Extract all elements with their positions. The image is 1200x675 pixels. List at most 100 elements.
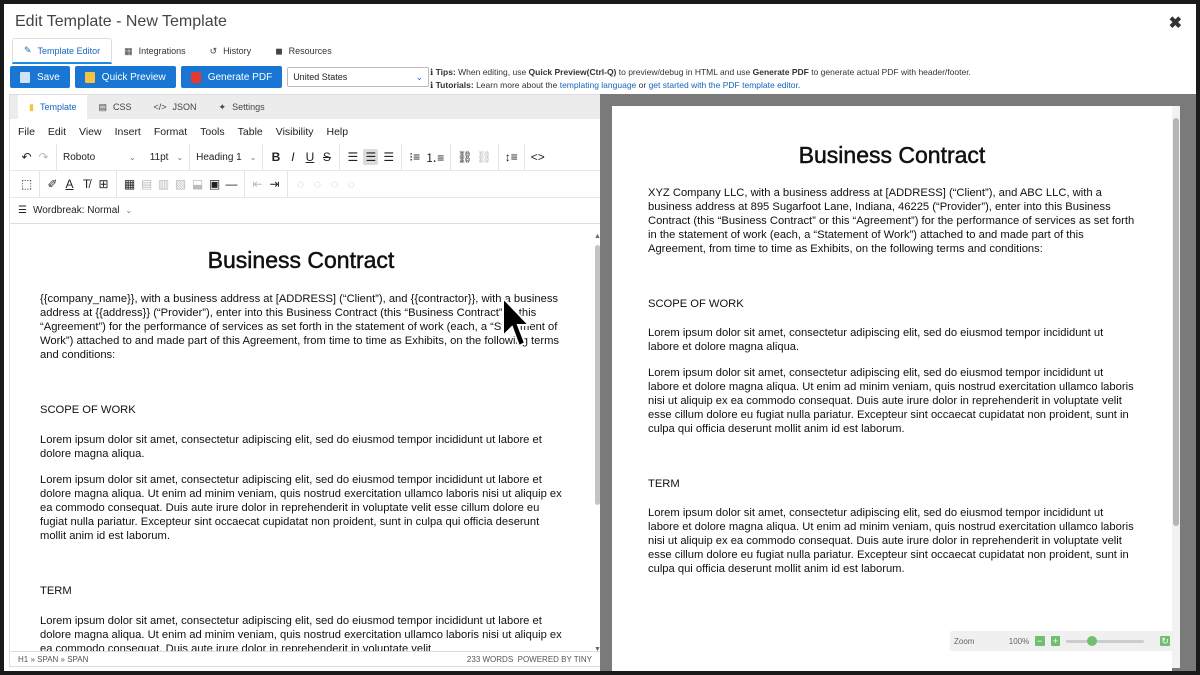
line-height-icon[interactable]: ↕≡ bbox=[505, 150, 518, 164]
zoom-slider[interactable] bbox=[1066, 635, 1145, 646]
country-select[interactable]: United States ⌄ bbox=[287, 67, 430, 87]
powered-by[interactable]: POWERED BY TINY bbox=[518, 655, 592, 664]
hide-show-icon[interactable]: ◌ bbox=[294, 177, 307, 191]
tab-settings[interactable]: ✦ Settings bbox=[208, 95, 276, 119]
bullet-list-icon[interactable]: ⁝≡ bbox=[408, 150, 421, 164]
horizontal-rule-icon[interactable]: — bbox=[225, 177, 238, 191]
tutorials-text: or bbox=[636, 80, 649, 90]
italic-icon[interactable]: I bbox=[286, 150, 299, 164]
tab-template-editor[interactable]: ✎ Template Editor bbox=[12, 38, 113, 64]
unlink-icon[interactable]: ⛓ bbox=[476, 150, 491, 164]
get-started-link[interactable]: get started with the PDF template editor bbox=[649, 80, 798, 90]
menu-edit[interactable]: Edit bbox=[48, 126, 66, 138]
indent-group: ⇤ ⇥ bbox=[245, 170, 288, 198]
table-props-icon[interactable]: ⬓ bbox=[191, 177, 204, 191]
font-family-select[interactable]: Roboto ⌄ bbox=[63, 152, 136, 163]
table-col-icon[interactable]: ▥ bbox=[157, 177, 170, 191]
tab-integrations[interactable]: ▦ Integrations bbox=[112, 38, 198, 64]
align-left-icon[interactable]: ☰ bbox=[346, 150, 359, 164]
zoom-in-button[interactable]: + bbox=[1050, 636, 1061, 646]
table-delete-icon[interactable]: ▧ bbox=[174, 177, 187, 191]
zoom-slider-knob[interactable] bbox=[1087, 635, 1098, 646]
undo-icon[interactable]: ↶ bbox=[20, 150, 33, 164]
strikethrough-icon[interactable]: S bbox=[320, 150, 333, 164]
wordbreak-select[interactable]: Wordbreak: Normal bbox=[33, 205, 120, 216]
preview-scrollbar[interactable] bbox=[1172, 106, 1180, 668]
font-size-select[interactable]: 11pt ⌄ bbox=[150, 152, 183, 163]
doc-term-heading: TERM bbox=[40, 585, 72, 597]
hide-print-icon[interactable]: ◌ bbox=[311, 177, 324, 191]
text-color-icon[interactable]: A bbox=[63, 177, 76, 191]
tab-label: Resources bbox=[288, 46, 332, 56]
select-all-icon[interactable]: ⬚ bbox=[20, 177, 33, 191]
clear-format-icon[interactable]: T̸ bbox=[80, 177, 93, 191]
tips-text: When editing, use bbox=[455, 67, 529, 77]
menu-file[interactable]: File bbox=[18, 126, 35, 138]
page-break-icon[interactable]: ⊞ bbox=[97, 177, 110, 191]
tab-history[interactable]: ↺ History bbox=[198, 38, 264, 64]
word-count[interactable]: 233 WORDS bbox=[467, 655, 513, 664]
zoom-reset-icon[interactable]: ↻ bbox=[1160, 636, 1170, 646]
menu-table[interactable]: Table bbox=[238, 126, 263, 138]
zoom-label: Zoom bbox=[954, 636, 975, 646]
preview-page: Business Contract XYZ Company LLC, with … bbox=[612, 106, 1172, 671]
indent-icon[interactable]: ⇥ bbox=[268, 177, 281, 191]
menubar: File Edit View Insert Format Tools Table… bbox=[10, 119, 600, 144]
block-format-value: Heading 1 bbox=[196, 151, 242, 163]
templating-language-link[interactable]: templating language bbox=[560, 80, 637, 90]
align-center-icon[interactable]: ☰ bbox=[363, 149, 379, 165]
menu-format[interactable]: Format bbox=[154, 126, 187, 138]
element-path[interactable]: H1 » SPAN » SPAN bbox=[18, 655, 88, 664]
preview-scope-p2: Lorem ipsum dolor sit amet, consectetur … bbox=[648, 367, 1134, 435]
save-button[interactable]: Save bbox=[10, 66, 70, 88]
menu-tools[interactable]: Tools bbox=[200, 126, 225, 138]
tips-line: ℹ Tips: When editing, use Quick Preview(… bbox=[430, 66, 971, 79]
preview-scroll-thumb[interactable] bbox=[1173, 118, 1179, 526]
menu-visibility[interactable]: Visibility bbox=[276, 126, 314, 138]
bold-icon[interactable]: B bbox=[269, 150, 282, 164]
table-row-icon[interactable]: ▤ bbox=[140, 177, 153, 191]
tab-label: Integrations bbox=[138, 46, 186, 56]
close-icon[interactable]: ✖ bbox=[1169, 13, 1182, 33]
table-icon[interactable]: ▦ bbox=[123, 177, 136, 191]
window-title: Edit Template - New Template bbox=[15, 13, 227, 30]
generate-pdf-button[interactable]: Generate PDF bbox=[180, 66, 283, 88]
tab-label: CSS bbox=[113, 102, 132, 112]
doc-term-p1: Lorem ipsum dolor sit amet, consectetur … bbox=[40, 615, 562, 653]
redo-icon[interactable]: ↷ bbox=[37, 150, 50, 164]
color-group: ✐ A T̸ ⊞ bbox=[40, 170, 117, 198]
doc-scope-p2: Lorem ipsum dolor sit amet, consectetur … bbox=[40, 474, 562, 542]
highlight-icon[interactable]: ✐ bbox=[46, 177, 59, 191]
tab-resources[interactable]: ◼ Resources bbox=[263, 38, 344, 64]
numbered-list-icon[interactable]: ⒈≡ bbox=[425, 149, 444, 166]
hide-pdf-icon[interactable]: ◌ bbox=[328, 177, 341, 191]
zoom-out-button[interactable]: − bbox=[1034, 636, 1045, 646]
title-bar: Edit Template - New Template ✖ bbox=[4, 4, 1196, 38]
tab-css[interactable]: ▤ CSS bbox=[87, 95, 142, 119]
hide-div-icon[interactable]: ◌ bbox=[345, 177, 358, 191]
template-editor-window: Edit Template - New Template ✖ ✎ Templat… bbox=[4, 4, 1196, 671]
tab-label: Template Editor bbox=[37, 45, 101, 56]
tab-template[interactable]: ▮ Template bbox=[18, 95, 88, 119]
block-format-select[interactable]: Heading 1 ⌄ bbox=[196, 152, 256, 163]
tutorials-text: Learn more about the bbox=[473, 80, 560, 90]
outdent-icon[interactable]: ⇤ bbox=[251, 177, 264, 191]
editor-statusbar: H1 » SPAN » SPAN 233 WORDS POWERED BY TI… bbox=[10, 651, 600, 666]
preview-pane: Business Contract XYZ Company LLC, with … bbox=[600, 94, 1196, 671]
style-group: B I U S bbox=[263, 143, 341, 171]
tips-text: to preview/debug in HTML and use bbox=[616, 67, 753, 77]
image-icon[interactable]: ▣ bbox=[208, 177, 221, 191]
menu-view[interactable]: View bbox=[79, 126, 102, 138]
chevron-down-icon: ⌄ bbox=[176, 152, 184, 162]
link-group: ⛓ ⛓ bbox=[451, 143, 499, 171]
menu-insert[interactable]: Insert bbox=[115, 126, 141, 138]
tab-json[interactable]: </> JSON bbox=[143, 95, 208, 119]
source-code-icon[interactable]: <> bbox=[531, 150, 545, 164]
underline-icon[interactable]: U bbox=[303, 150, 316, 164]
align-right-icon[interactable]: ☰ bbox=[382, 150, 395, 164]
tab-label: Settings bbox=[232, 102, 265, 112]
menu-help[interactable]: Help bbox=[326, 126, 348, 138]
preview-scope-p1: Lorem ipsum dolor sit amet, consectetur … bbox=[648, 327, 1104, 353]
link-icon[interactable]: ⛓ bbox=[457, 150, 472, 164]
quick-preview-button[interactable]: Quick Preview bbox=[74, 66, 176, 88]
